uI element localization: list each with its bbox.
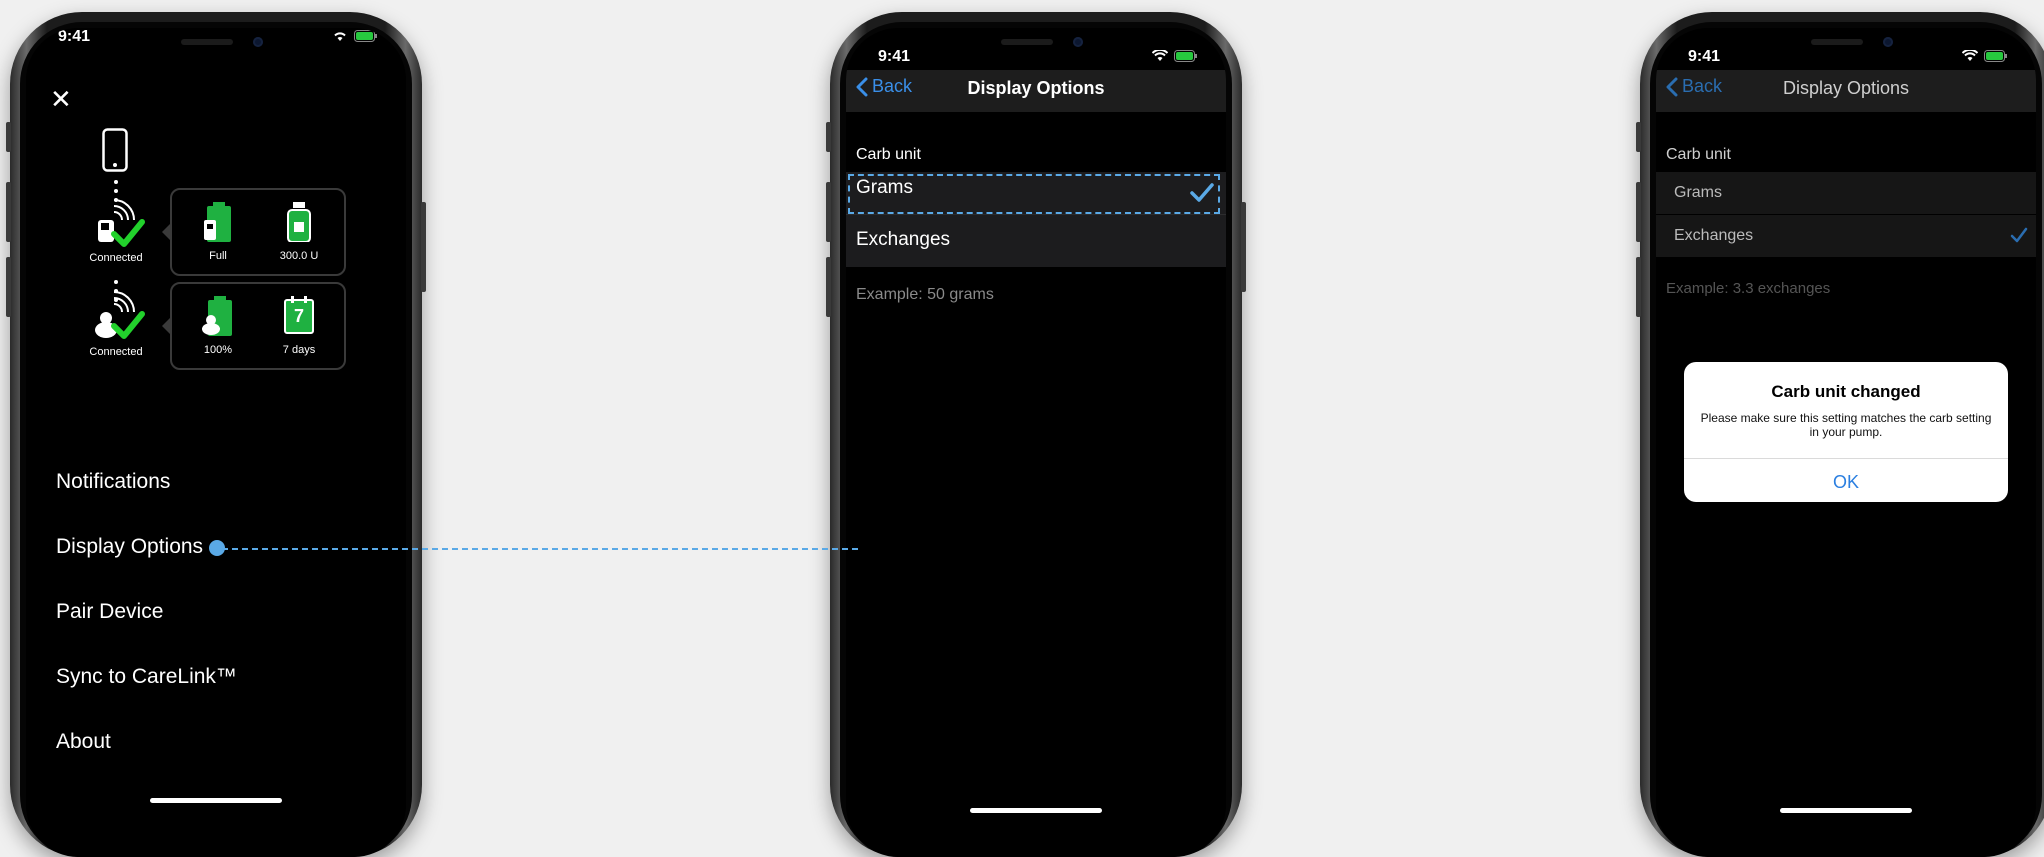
carb-unit-alert-dialog: Carb unit changed Please make sure this … — [1684, 362, 2008, 502]
status-time: 9:41 — [58, 28, 91, 45]
home-indicator[interactable] — [970, 808, 1102, 813]
sensor-days-number: 7 — [293, 306, 304, 326]
option-label-exchanges: Exchanges — [1674, 227, 1754, 244]
close-button[interactable]: ✕ — [50, 86, 72, 112]
navigation-bar: Back Display Options — [1656, 70, 2036, 112]
dialog-ok-button[interactable]: OK — [1684, 472, 2008, 493]
home-indicator[interactable] — [1780, 808, 1912, 813]
reservoir-label: 300.0 U — [279, 250, 319, 262]
notch — [111, 28, 321, 62]
navigation-bar: Back Display Options — [846, 70, 1226, 112]
smartphone-icon — [102, 128, 128, 172]
option-row-grams[interactable]: Grams — [1656, 172, 2036, 214]
power-button — [421, 202, 426, 292]
mute-switch — [826, 122, 831, 152]
status-icons — [1152, 50, 1198, 62]
sensor-connection-status: Connected — [89, 346, 143, 358]
battery-icon — [1984, 50, 2007, 62]
menu-item-about[interactable]: About — [56, 730, 111, 754]
battery-icon — [1174, 50, 1197, 62]
pump-battery-label: Full — [209, 250, 227, 262]
notch — [931, 28, 1141, 62]
option-label-exchanges: Exchanges — [856, 229, 951, 250]
example-text: Example: 50 grams — [856, 286, 994, 303]
volume-down-button — [826, 257, 831, 317]
volume-down-button — [6, 257, 11, 317]
option-row-exchanges[interactable]: Exchanges — [846, 214, 1226, 267]
sensor-battery-label: 100% — [203, 344, 233, 356]
status-time: 9:41 — [878, 48, 911, 65]
menu-item-notifications[interactable]: Notifications — [56, 470, 170, 494]
home-indicator[interactable] — [150, 798, 282, 803]
mute-switch — [6, 122, 11, 152]
sensor-battery-icon — [202, 296, 232, 336]
dialog-title: Carb unit changed — [1771, 382, 1921, 401]
example-text: Example: 3.3 exchanges — [1666, 280, 1831, 297]
page-title: Display Options — [967, 78, 1105, 98]
wifi-icon — [1152, 50, 1168, 61]
pump-battery-icon — [204, 202, 231, 242]
sensor-days-label: 7 days — [282, 344, 316, 356]
sensor-status-box[interactable]: 100% 7 7 days — [170, 282, 346, 370]
wifi-icon — [1962, 50, 1978, 61]
status-icons — [332, 30, 378, 42]
page-title: Display Options — [1782, 78, 1910, 98]
menu-item-sync-carelink[interactable]: Sync to CareLink™ — [56, 665, 237, 689]
option-label-grams: Grams — [1674, 184, 1722, 201]
menu-item-display-options[interactable]: Display Options — [56, 535, 203, 559]
sensor-connected-icon — [95, 291, 145, 339]
checkmark-icon — [2010, 227, 2028, 243]
volume-up-button — [1636, 182, 1641, 242]
calendar-icon: 7 — [284, 296, 314, 334]
mute-switch — [1636, 122, 1641, 152]
option-row-exchanges[interactable]: Exchanges — [1656, 215, 2036, 257]
menu-item-pair-device[interactable]: Pair Device — [56, 600, 163, 624]
status-icons — [1962, 50, 2008, 62]
flow-connector-dot — [209, 540, 225, 556]
volume-up-button — [6, 182, 11, 242]
dialog-message: Please make sure this setting matches th… — [1700, 411, 1992, 439]
carb-unit-section-label: Carb unit — [856, 146, 921, 163]
phone-mockup-display-options: 9:41 Back Display Options Carb unit Gram… — [826, 12, 1246, 857]
flow-connector-line — [222, 548, 858, 550]
pump-status-box[interactable]: Full 300.0 U — [170, 188, 346, 276]
wifi-icon — [334, 32, 346, 41]
pump-connection-status: Connected — [89, 252, 143, 264]
insulin-reservoir-icon — [287, 202, 311, 242]
power-button — [1241, 202, 1246, 292]
dialog-divider — [1684, 458, 2008, 459]
selection-highlight — [848, 174, 1220, 214]
carb-unit-section-label: Carb unit — [1666, 146, 1731, 163]
pump-connected-icon — [98, 199, 145, 247]
battery-icon — [354, 30, 377, 42]
phone-mockup-carb-unit-dialog: 9:41 Back Display Options Carb unit Gram… — [1636, 12, 2044, 857]
status-time: 9:41 — [1688, 48, 1721, 65]
volume-down-button — [1636, 257, 1641, 317]
volume-up-button — [826, 182, 831, 242]
phone-screen-menu: 9:41 ✕ Connected Full 300.0 U Connected … — [26, 28, 406, 857]
phone-mockup-menu: 9:41 ✕ Connected Full 300.0 U Connected … — [6, 12, 426, 857]
phone-screen-dialog: 9:41 Back Display Options Carb unit Gram… — [1656, 28, 2036, 857]
notch — [1741, 28, 1951, 62]
phone-screen-display-options: 9:41 Back Display Options Carb unit Gram… — [846, 28, 1226, 857]
